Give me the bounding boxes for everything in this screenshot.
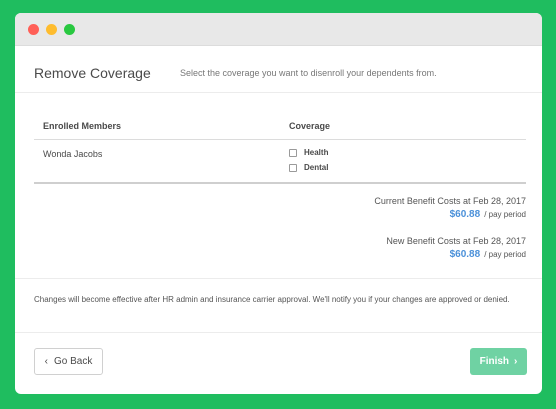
minimize-window-button[interactable]: [46, 24, 57, 35]
coverage-option-dental[interactable]: Dental: [289, 163, 328, 172]
page-title: Remove Coverage: [34, 65, 151, 81]
go-back-label: Go Back: [53, 356, 93, 367]
window-titlebar: [15, 13, 542, 46]
chevron-right-icon: ›: [514, 356, 518, 367]
approval-notice: Changes will become effective after HR a…: [34, 295, 510, 304]
footer-divider: [15, 332, 542, 333]
current-cost-period: / pay period: [484, 210, 526, 219]
health-label: Health: [304, 148, 329, 157]
go-back-button[interactable]: ‹ Go Back: [34, 348, 103, 375]
chevron-left-icon: ‹: [44, 356, 48, 367]
dental-checkbox[interactable]: [289, 163, 297, 172]
health-checkbox[interactable]: [289, 148, 297, 157]
current-cost: $60.88 / pay period: [450, 209, 526, 220]
current-cost-amount: $60.88: [449, 209, 481, 220]
page-header: Remove Coverage Select the coverage you …: [15, 47, 542, 93]
new-cost-label: New Benefit Costs at Feb 28, 2017: [386, 236, 526, 246]
maximize-window-button[interactable]: [64, 24, 75, 35]
page-subtitle: Select the coverage you want to disenrol…: [180, 68, 437, 78]
notice-divider: [15, 278, 542, 279]
new-cost: $60.88 / pay period: [450, 249, 526, 260]
close-window-button[interactable]: [28, 24, 39, 35]
table-bottom-divider: [34, 182, 526, 184]
finish-button[interactable]: Finish ›: [470, 348, 527, 375]
new-cost-period: / pay period: [484, 250, 526, 259]
current-cost-label: Current Benefit Costs at Feb 28, 2017: [374, 196, 526, 206]
app-window: Remove Coverage Select the coverage you …: [15, 13, 542, 394]
new-cost-amount: $60.88: [449, 249, 481, 260]
dental-label: Dental: [304, 163, 329, 172]
table-divider: [34, 139, 526, 140]
member-name: Wonda Jacobs: [43, 149, 103, 159]
column-header-enrolled-members: Enrolled Members: [43, 121, 122, 131]
finish-label: Finish: [479, 356, 510, 367]
column-header-coverage: Coverage: [289, 121, 331, 131]
coverage-option-health[interactable]: Health: [289, 148, 328, 157]
